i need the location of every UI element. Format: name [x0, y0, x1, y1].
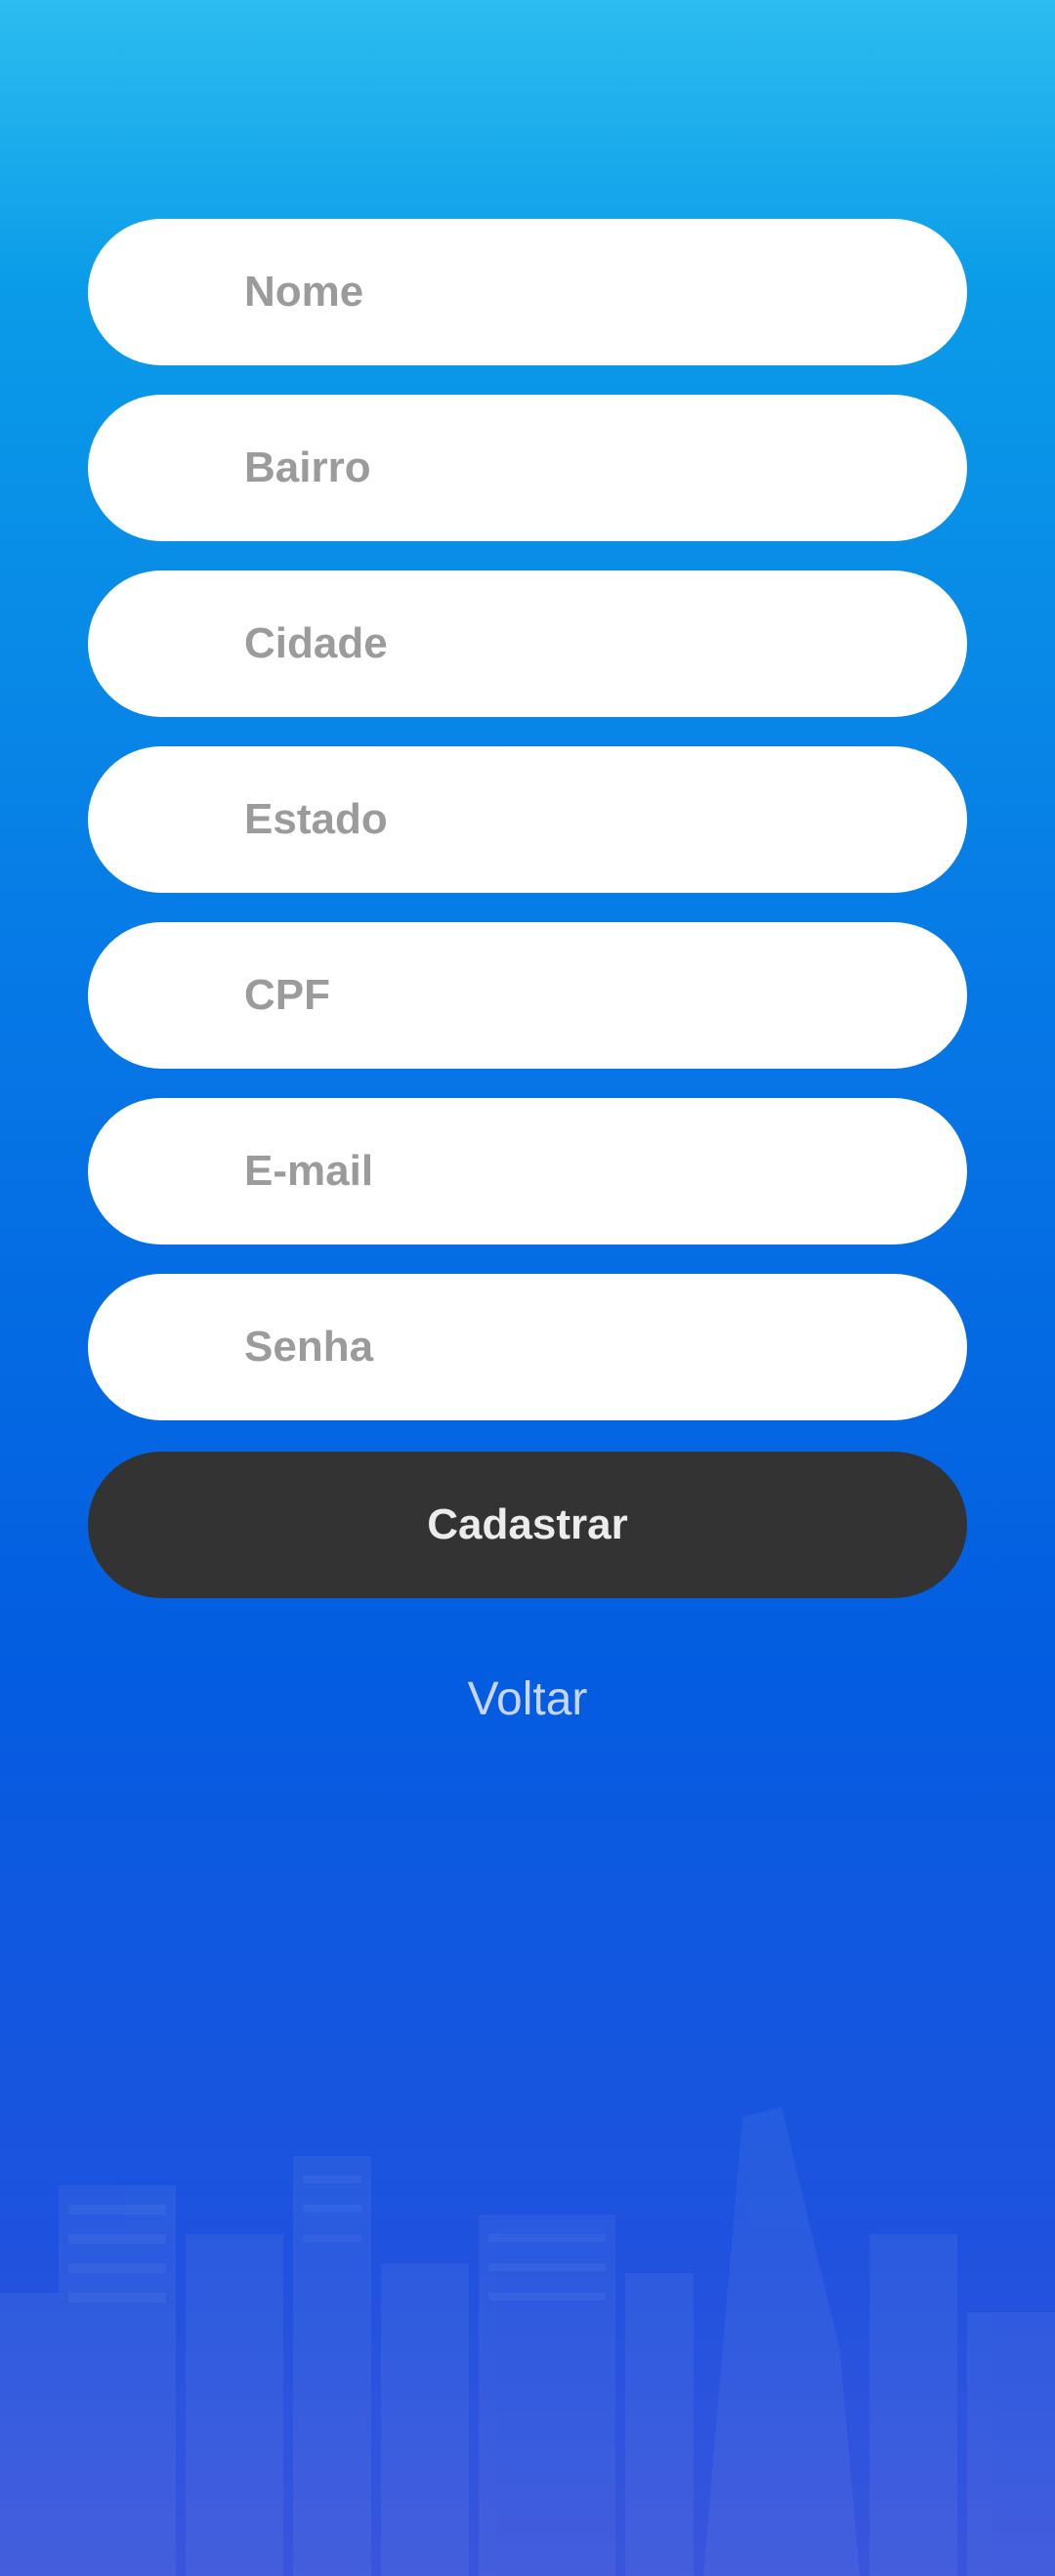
password-field[interactable]: [88, 1274, 967, 1420]
back-link[interactable]: Voltar: [88, 1672, 967, 1726]
email-field[interactable]: [88, 1098, 967, 1245]
city-field[interactable]: [88, 570, 967, 717]
register-button[interactable]: Cadastrar: [88, 1452, 967, 1598]
name-field[interactable]: [88, 219, 967, 365]
cpf-field[interactable]: [88, 922, 967, 1069]
registration-form: Cadastrar Voltar: [88, 219, 967, 1726]
state-field[interactable]: [88, 746, 967, 893]
city-skyline-background: [0, 2107, 1055, 2576]
neighborhood-field[interactable]: [88, 395, 967, 541]
